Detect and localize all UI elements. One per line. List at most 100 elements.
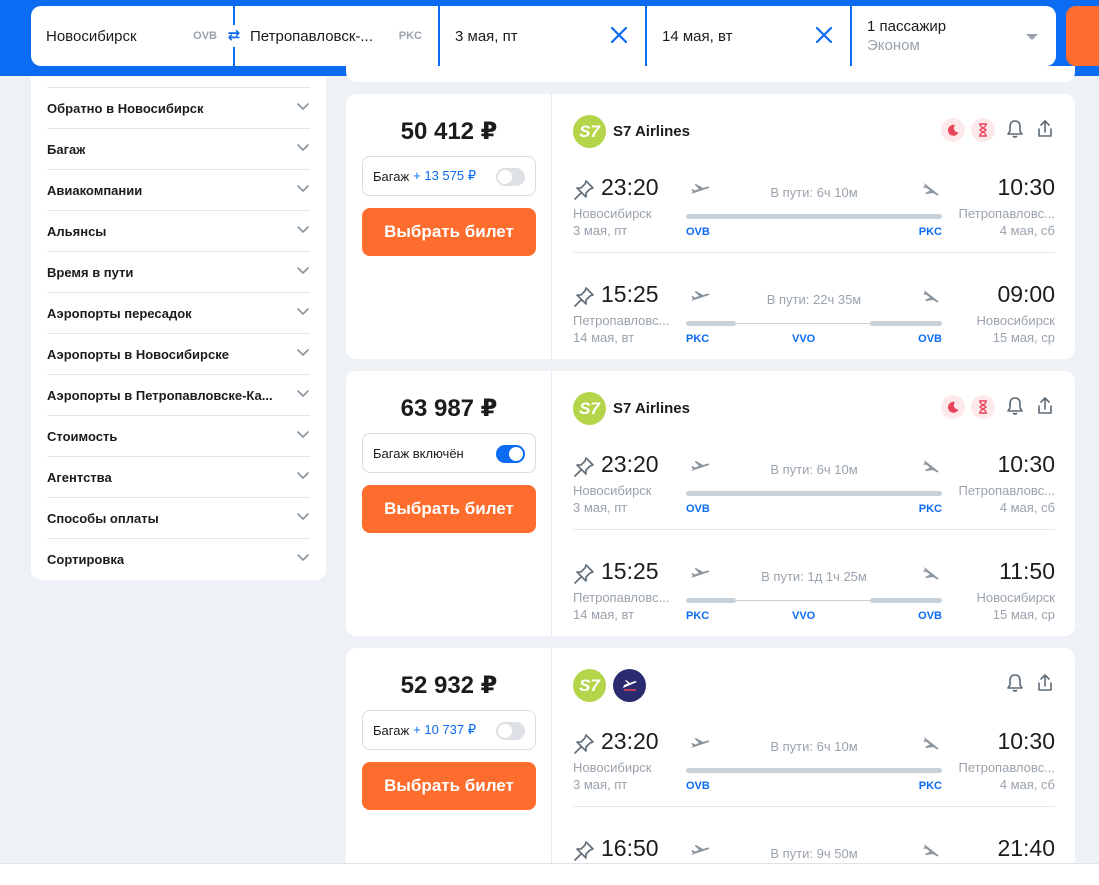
return-date-field[interactable]: 14 мая, вт [647,6,852,66]
filter-item[interactable]: Багаж [47,128,310,169]
filter-item[interactable]: Обратно в Новосибирск [47,87,310,128]
filter-item[interactable]: Аэропорты пересадок [47,292,310,333]
arrival-date: 15 мая, ср [992,607,1055,622]
return-date: 14 мая, вт [662,27,733,45]
search-button[interactable] [1066,6,1099,66]
departure-code: OVB [686,503,710,515]
baggage-toggle[interactable] [496,168,525,186]
origin-code: OVB [193,30,217,42]
arrival-code: OVB [918,610,942,622]
filter-label: Способы оплаты [47,510,159,526]
destination-code: PKC [398,30,422,42]
depart-date-field[interactable]: 3 мая, пт [440,6,647,66]
outbound-leg[interactable]: 23:20 Новосибирск 3 мая, пт В пути: 6ч 10м 1… [573,718,1055,808]
inbound-leg[interactable]: 15:25 Петропавловс... 14 мая, вт В пути: 1д… [573,529,1056,622]
hourglass-icon[interactable] [971,118,995,142]
arrival-date: 4 мая, сб [999,777,1055,792]
select-ticket-button[interactable]: Выбрать билет [362,208,536,256]
filters-panel: Обратно в Новосибирск Багаж Авиакомпании Ал… [31,76,326,580]
route-codes: PKC VVO OVB [686,610,942,624]
departure-city: Петропавловс... [573,313,670,328]
baggage-option[interactable]: Багаж + 13 575 ₽ [362,156,536,196]
ticket-card [346,66,1075,82]
filter-item[interactable]: Аэропорты в Петропавловске-Ка... [47,374,310,415]
baggage-toggle[interactable] [496,445,525,463]
outbound-leg[interactable]: 23:20 Новосибирск 3 мая, пт В пути: 6ч 10м 1… [573,164,1055,254]
filter-item[interactable]: Время в пути [47,251,310,292]
passenger-count: 1 пассажир [867,17,947,35]
filter-label: Стоимость [47,428,118,444]
baggage-toggle[interactable] [496,722,525,740]
filter-item[interactable]: Аэропорты в Новосибирске [47,333,310,374]
share-icon[interactable] [1035,672,1055,699]
arrival-city: Петропавловс... [958,206,1056,221]
swap-arrows-icon[interactable]: ⇄ [223,25,245,47]
inbound-leg[interactable]: 15:25 Петропавловс... 14 мая, вт В пути: 22… [573,252,1055,345]
chevron-down-icon [296,99,310,118]
filter-item[interactable]: Сортировка [47,538,310,579]
filter-item[interactable]: Стоимость [47,415,310,456]
flight-duration: В пути: 6ч 10м [770,462,858,477]
filter-item[interactable]: Агентства [47,456,310,497]
filter-item[interactable]: Авиакомпании [47,169,310,210]
filter-item[interactable]: Способы оплаты [47,497,310,538]
route-codes: OVB PKC [686,780,942,794]
outbound-leg[interactable]: 23:20 Новосибирск 3 мая, пт В пути: 6ч 10м 1… [573,441,1055,531]
filter-label: Обратно в Новосибирск [47,100,204,116]
departure-time: 15:25 [601,558,659,584]
ticket-price-panel: 52 932 ₽ Багаж + 10 737 ₽ Выбрать билет [346,648,552,878]
origin-field[interactable]: Новосибирск OVB [31,6,235,66]
baggage-label: Багаж [373,722,410,738]
ticket-price: 52 932 ₽ [400,672,498,699]
route-track [686,321,942,326]
moon-icon[interactable] [941,395,965,419]
airline-info: S7 [573,669,646,702]
baggage-option[interactable]: Багаж + 10 737 ₽ [362,710,536,750]
filter-label: Аэропорты пересадок [47,305,192,321]
moon-icon[interactable] [941,118,965,142]
filter-item[interactable]: Альянсы [47,210,310,251]
flight-duration: В пути: 6ч 10м [770,739,858,754]
arrival-time: 10:30 [997,451,1055,477]
bell-icon[interactable] [1005,672,1025,699]
ticket-price: 50 412 ₽ [400,118,498,145]
departure-city: Новосибирск [573,206,652,221]
flight-duration: В пути: 9ч 50м [770,846,858,861]
departure-time: 16:50 [601,835,659,861]
close-icon[interactable] [814,24,834,46]
arrival-city: Петропавловс... [958,483,1056,498]
share-icon[interactable] [1035,118,1055,145]
ticket-price-panel: 50 412 ₽ Багаж + 13 575 ₽ Выбрать билет [346,94,552,359]
bell-icon[interactable] [1005,118,1025,145]
flight-badges [941,118,995,142]
select-ticket-button[interactable]: Выбрать билет [362,485,536,533]
flight-duration: В пути: 1д 1ч 25м [761,569,867,584]
passengers-field[interactable]: 1 пассажир Эконом [852,6,1056,66]
filter-label: Авиакомпании [47,182,143,198]
arrival-time: 09:00 [997,281,1055,307]
ticket-flights: S7 S7 Airlines 23:20 Новосибирск 3 мая, пт В … [553,94,1075,359]
baggage-option[interactable]: Багаж включён [362,433,536,473]
destination-field[interactable]: Петропавловск-... PKC [235,6,440,66]
ticket-card[interactable]: 52 932 ₽ Багаж + 10 737 ₽ Выбрать билет S7 23… [346,648,1075,878]
landing-icon [921,842,941,858]
route-track [686,491,942,496]
ticket-actions [1005,672,1055,699]
arrival-code: PKC [918,780,942,792]
ticket-card[interactable]: 63 987 ₽ Багаж включён Выбрать билет S7 S7 A… [346,371,1075,636]
select-ticket-button[interactable]: Выбрать билет [362,762,536,810]
share-icon[interactable] [1035,395,1055,422]
bell-icon[interactable] [1005,395,1025,422]
ticket-card[interactable]: 50 412 ₽ Багаж + 13 575 ₽ Выбрать билет S7 S7… [346,94,1075,359]
chevron-down-icon [296,140,310,159]
depart-date: 3 мая, пт [455,27,518,45]
hourglass-icon[interactable] [971,395,995,419]
flight-badges [941,395,995,419]
filter-label: Сортировка [47,551,125,567]
arrival-city: Новосибирск [976,590,1056,605]
chevron-down-icon [296,427,310,446]
close-icon[interactable] [609,24,629,46]
s7-logo: S7 [573,392,606,425]
departure-code: PKC [686,610,710,622]
departure-date: 3 мая, пт [573,500,628,515]
